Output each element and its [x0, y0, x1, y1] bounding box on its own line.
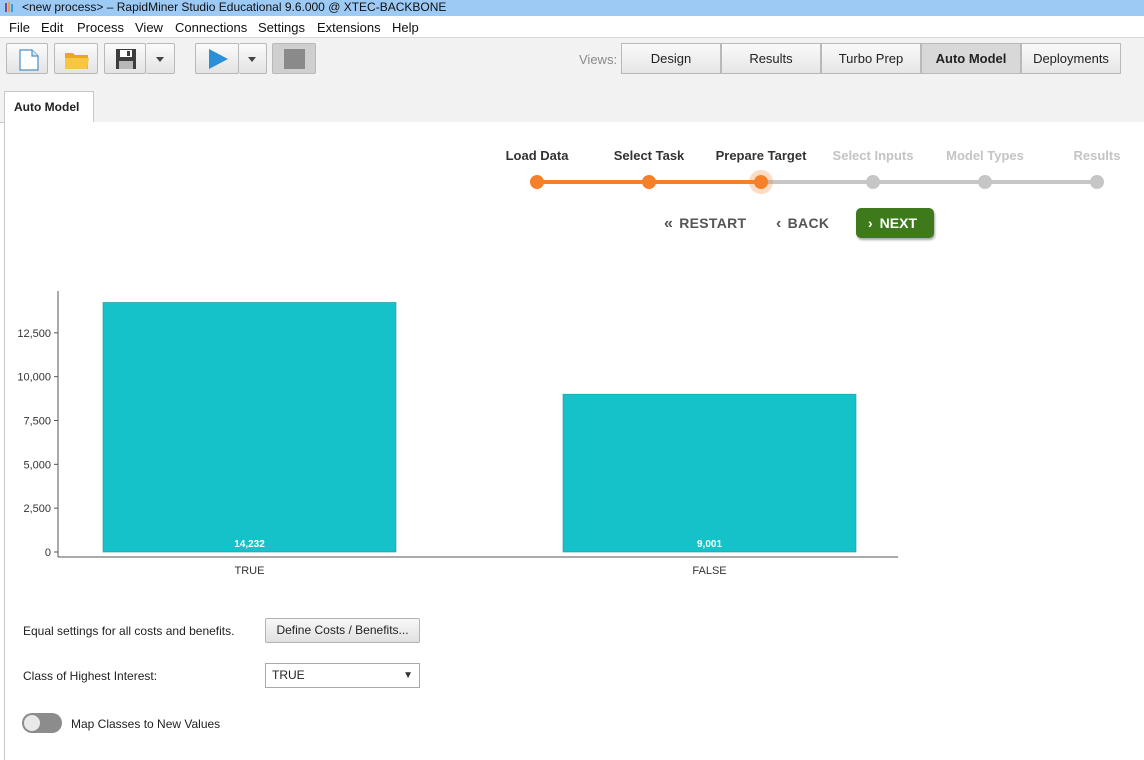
view-results-tab[interactable]: Results [721, 43, 821, 74]
save-process-button[interactable] [104, 43, 146, 74]
step-results-dot [1090, 175, 1104, 189]
menu-help[interactable]: Help [392, 20, 419, 35]
restart-label: RESTART [679, 215, 747, 231]
save-options-dropdown[interactable] [146, 43, 175, 74]
window-title-bar: <new process> – RapidMiner Studio Educat… [0, 0, 1144, 16]
y-tick-label: 0 [45, 547, 51, 559]
map-classes-toggle[interactable] [22, 713, 62, 733]
panel-tab-strip: Auto Model [0, 81, 1144, 123]
menu-extensions[interactable]: Extensions [317, 20, 381, 35]
open-folder-icon [65, 53, 89, 69]
step-select-task-dot[interactable] [642, 175, 656, 189]
y-tick-label: 10,000 [17, 372, 51, 384]
back-label: BACK [787, 215, 830, 231]
menu-view[interactable]: View [135, 20, 163, 35]
class-of-interest-value: TRUE [272, 668, 305, 682]
stop-process-button[interactable] [272, 43, 316, 74]
menu-bar: File Edit Process View Connections Setti… [0, 17, 1144, 38]
open-process-button[interactable] [54, 43, 98, 74]
step-select-task-label[interactable]: Select Task [614, 148, 685, 163]
step-prepare-target-label[interactable]: Prepare Target [716, 148, 807, 163]
step-model-types-label: Model Types [946, 148, 1024, 163]
restart-button[interactable]: « RESTART [664, 210, 746, 236]
view-turbo-prep-tab[interactable]: Turbo Prep [821, 43, 921, 74]
step-model-types-dot [978, 175, 992, 189]
step-select-inputs-label: Select Inputs [832, 148, 914, 163]
bar-value-label: 9,001 [697, 539, 722, 550]
step-results-label: Results [1073, 148, 1121, 163]
x-axis-ticks: TRUE FALSE [235, 565, 727, 577]
step-load-data-label[interactable]: Load Data [506, 148, 569, 163]
y-tick-label: 2,500 [23, 503, 51, 515]
menu-connections[interactable]: Connections [175, 20, 247, 35]
bars: 14,232 9,001 [102, 302, 857, 553]
view-deployments-tab[interactable]: Deployments [1021, 43, 1121, 74]
back-button[interactable]: ‹ BACK [776, 210, 829, 236]
run-icon [209, 49, 228, 69]
toggle-knob [24, 715, 40, 731]
bar-value-label: 14,232 [234, 539, 265, 550]
run-process-button[interactable] [195, 43, 239, 74]
chevron-left-icon: ‹ [776, 215, 782, 232]
y-axis-ticks: 0 2,500 5,000 7,500 10,000 12,500 [17, 328, 58, 559]
menu-edit[interactable]: Edit [41, 20, 63, 35]
menu-file[interactable]: File [9, 20, 30, 35]
rapidminer-logo-icon [5, 2, 13, 12]
run-options-dropdown[interactable] [239, 43, 267, 74]
bar-true[interactable] [102, 302, 397, 553]
y-tick-label: 7,500 [23, 416, 51, 428]
y-tick-label: 12,500 [17, 328, 51, 340]
views-label: Views: [579, 52, 618, 67]
step-load-data-dot[interactable] [530, 175, 544, 189]
chevron-down-icon: ▼ [403, 670, 413, 681]
window-title: <new process> – RapidMiner Studio Educat… [22, 0, 447, 14]
next-label: NEXT [879, 215, 918, 231]
new-process-button[interactable] [6, 43, 48, 74]
x-tick-label: TRUE [235, 565, 265, 577]
stop-icon [284, 49, 305, 69]
save-icon [116, 49, 136, 69]
view-design-tab[interactable]: Design [621, 43, 721, 74]
toolbar: Views: Design Results Turbo Prep Auto Mo… [0, 38, 1144, 82]
class-of-interest-select[interactable]: TRUE ▼ [265, 663, 420, 688]
chevron-right-icon: › [868, 215, 873, 231]
dropdown-arrow-icon [248, 57, 256, 62]
step-select-inputs-dot [866, 175, 880, 189]
new-process-icon [19, 49, 39, 71]
stepper-remaining-line [761, 180, 1097, 184]
costs-settings-label: Equal settings for all costs and benefit… [23, 624, 235, 638]
define-costs-benefits-button[interactable]: Define Costs / Benefits... [265, 618, 420, 643]
dropdown-arrow-icon [156, 57, 164, 62]
bar-false[interactable] [562, 393, 857, 553]
menu-settings[interactable]: Settings [258, 20, 305, 35]
step-prepare-target-dot[interactable] [754, 175, 768, 189]
menu-process[interactable]: Process [77, 20, 124, 35]
auto-model-panel-tab[interactable]: Auto Model [4, 91, 94, 122]
x-tick-label: FALSE [692, 565, 726, 577]
double-chevron-left-icon: « [664, 215, 674, 232]
next-button[interactable]: › NEXT [856, 208, 934, 238]
map-classes-label: Map Classes to New Values [71, 717, 221, 731]
class-of-interest-label: Class of Highest Interest: [23, 669, 158, 683]
class-distribution-chart: 0 2,500 5,000 7,500 10,000 12,500 14,232 9,001… [17, 291, 898, 577]
y-tick-label: 5,000 [23, 459, 51, 471]
view-auto-model-tab[interactable]: Auto Model [921, 43, 1021, 74]
